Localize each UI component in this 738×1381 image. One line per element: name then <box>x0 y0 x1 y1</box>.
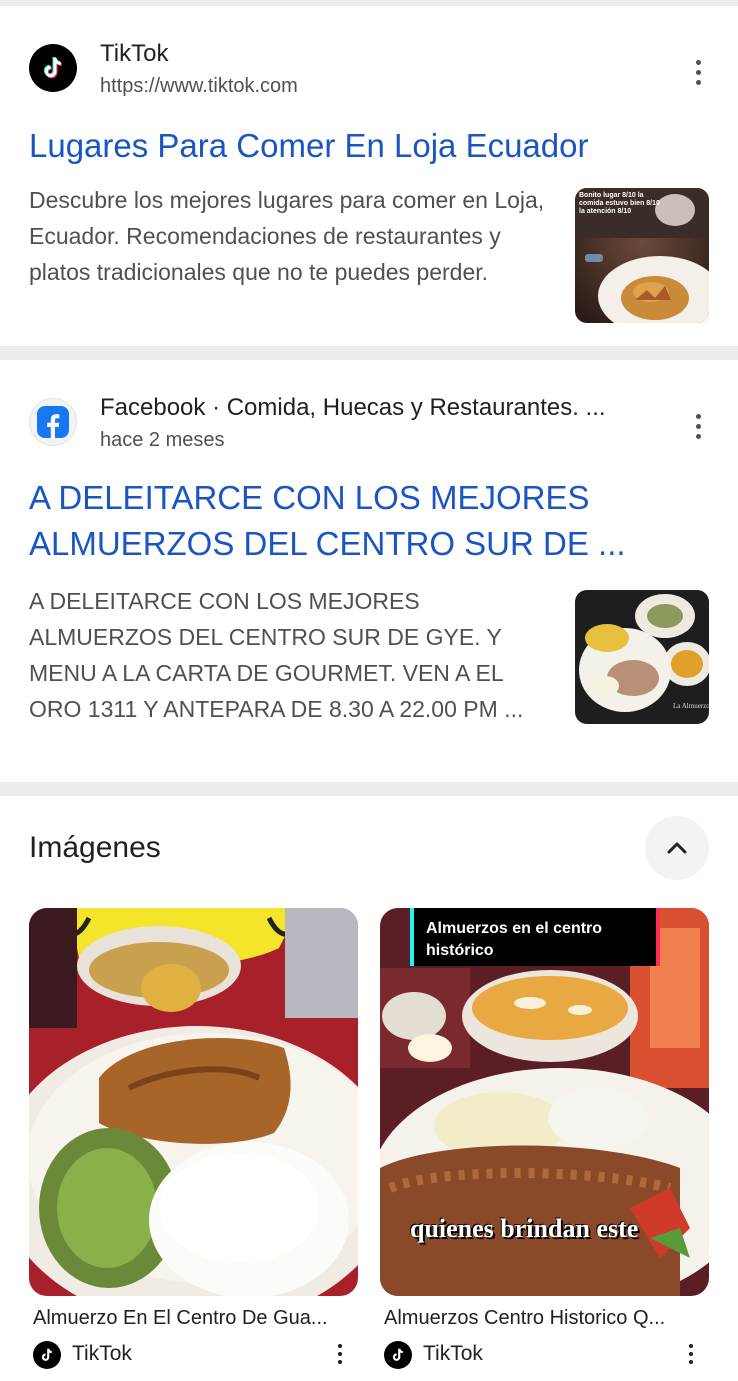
result-divider <box>0 782 738 796</box>
svg-text:La Almuerzo: La Almuerzo <box>673 702 709 710</box>
more-options-icon[interactable] <box>683 406 713 446</box>
result-date: hace 2 meses <box>100 429 225 451</box>
result-snippet: A DELEITARCE CON LOS MEJORES ALMUERZOS D… <box>29 588 524 722</box>
images-section: Imágenes Almuerzo En El Centro De Gua...… <box>0 796 738 1381</box>
image-overlay-title: Almuerzos en el centro histórico <box>426 920 603 959</box>
result-divider <box>0 346 738 360</box>
image-result-2[interactable]: Almuerzos en el centro histórico quienes… <box>380 908 709 1296</box>
source-name[interactable]: TikTok <box>100 40 640 68</box>
section-title: Imágenes <box>29 831 161 864</box>
more-options-icon[interactable] <box>683 52 713 92</box>
tiktok-logo-icon <box>384 1341 412 1369</box>
image-result-1[interactable] <box>29 908 358 1296</box>
image-source-name: TikTok <box>72 1342 132 1365</box>
result-title-link[interactable]: A DELEITARCE CON LOS MEJORES ALMUERZOS D… <box>29 475 719 567</box>
chevron-up-icon <box>667 842 687 854</box>
result-thumbnail[interactable]: La Almuerzo <box>575 590 709 724</box>
source-name[interactable]: Facebook · Comida, Huecas y Restaurantes… <box>100 394 640 422</box>
result-snippet: Descubre los mejores lugares para comer … <box>29 187 545 285</box>
thumbnail-overlay-text: Bonito lugar 8/10 la comida estuvo bien … <box>579 192 660 215</box>
more-options-icon[interactable] <box>325 1338 355 1370</box>
more-options-icon[interactable] <box>676 1338 706 1370</box>
result-title-link[interactable]: Lugares Para Comer En Loja Ecuador <box>29 123 719 169</box>
search-result-tiktok: TikTok https://www.tiktok.com Lugares Pa… <box>0 6 738 346</box>
image-caption[interactable]: Almuerzos Centro Historico Q... <box>384 1307 709 1330</box>
result-thumbnail[interactable]: Bonito lugar 8/10 la comida estuvo bien … <box>575 188 709 323</box>
tiktok-logo-icon <box>33 1341 61 1369</box>
collapse-button[interactable] <box>645 816 709 880</box>
source-url: https://www.tiktok.com <box>100 75 298 97</box>
search-result-facebook: Facebook · Comida, Huecas y Restaurantes… <box>0 360 738 782</box>
tiktok-logo-icon[interactable] <box>29 44 77 92</box>
facebook-logo-icon[interactable] <box>29 398 77 446</box>
image-source-name: TikTok <box>423 1342 483 1365</box>
image-caption[interactable]: Almuerzo En El Centro De Gua... <box>33 1307 358 1330</box>
image-overlay-subtitle: quienes brindan este <box>410 1214 639 1243</box>
